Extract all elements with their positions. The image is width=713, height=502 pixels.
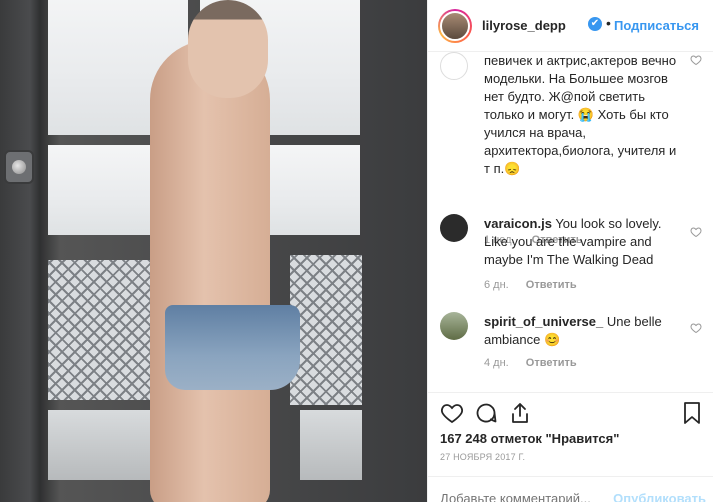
comment-avatar[interactable] — [440, 52, 468, 80]
window-pane — [300, 410, 362, 480]
lattice-fence — [290, 255, 362, 405]
share-icon[interactable] — [508, 401, 532, 425]
post-date[interactable]: 27 НОЯБРЯ 2017 Г. — [440, 452, 525, 462]
door-knob — [4, 150, 34, 184]
door-background — [0, 0, 427, 502]
post-header: lilyrose_depp ✔ • Подписаться — [428, 0, 713, 52]
comment-body: певичек и актрис,актеров вечно модельки.… — [484, 53, 677, 176]
comment-like-icon[interactable] — [690, 322, 702, 334]
reply-button[interactable]: Ответить — [526, 279, 577, 291]
comment-text: spirit_of_universe_ Une belle ambiance 😊 — [484, 313, 684, 349]
comment-time[interactable]: 6 дн. — [484, 279, 509, 291]
model-head — [188, 0, 268, 98]
publish-button[interactable]: Опубликовать — [613, 491, 706, 502]
follow-button[interactable]: Подписаться — [614, 18, 699, 33]
reply-button[interactable]: Ответить — [526, 357, 577, 369]
comment-username[interactable]: varaicon.js — [484, 216, 552, 231]
heart-icon[interactable] — [440, 401, 464, 425]
post-photo[interactable] — [0, 0, 427, 502]
bookmark-icon[interactable] — [680, 401, 704, 425]
likes-count[interactable]: 167 248 отметок "Нравится" — [440, 431, 619, 446]
comment-text: varaicon.js You look so lovely. Like you… — [484, 215, 684, 269]
comment-input[interactable] — [440, 491, 620, 502]
avatar[interactable] — [438, 9, 472, 43]
comment-avatar[interactable] — [440, 214, 468, 242]
post-actions — [428, 392, 713, 432]
comments-list[interactable]: певичек и актрис,актеров вечно модельки.… — [428, 52, 713, 392]
window-pane — [270, 145, 360, 235]
comment-text: певичек и актрис,актеров вечно модельки.… — [484, 52, 684, 178]
denim-shorts — [165, 305, 300, 390]
add-comment-bar: Опубликовать — [428, 476, 713, 502]
comment-meta: 4 дн. Ответить — [484, 357, 591, 369]
comment-avatar[interactable] — [440, 312, 468, 340]
model-figure — [150, 40, 270, 502]
comment-like-icon[interactable] — [690, 226, 702, 238]
profile-username[interactable]: lilyrose_depp — [482, 18, 566, 33]
header-separator: • — [606, 15, 611, 31]
verified-badge-icon: ✔ — [588, 17, 602, 31]
comment-meta: 6 дн. Ответить — [484, 279, 591, 291]
post-side-panel: lilyrose_depp ✔ • Подписаться певичек и … — [427, 0, 713, 502]
comment-icon[interactable] — [474, 401, 498, 425]
comment-username[interactable]: spirit_of_universe_ — [484, 314, 603, 329]
comment-like-icon[interactable] — [690, 54, 702, 66]
comment-time[interactable]: 4 дн. — [484, 357, 509, 369]
